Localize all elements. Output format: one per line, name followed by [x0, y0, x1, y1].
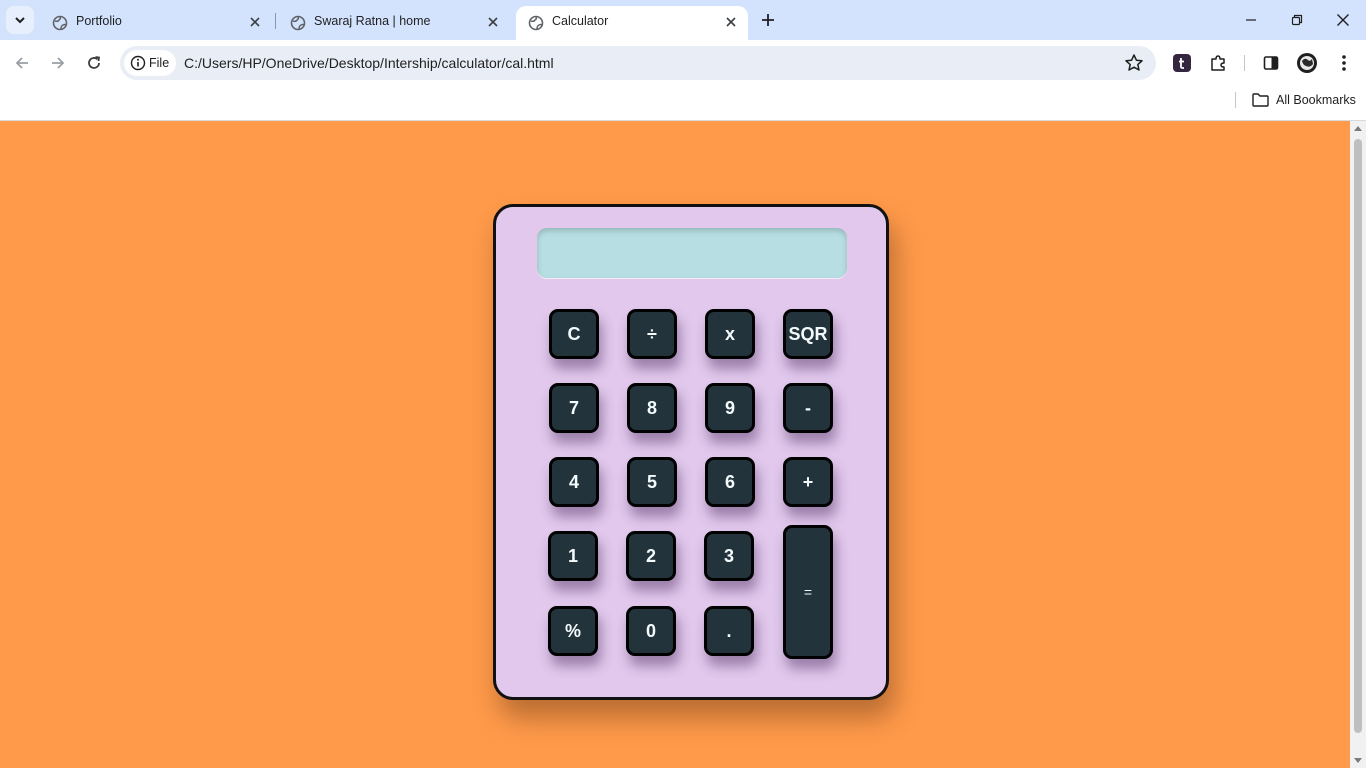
side-panel-icon — [1263, 56, 1279, 70]
arrow-left-icon — [15, 57, 28, 69]
percent-button[interactable]: % — [548, 606, 598, 656]
avatar-icon — [1297, 53, 1317, 73]
plus-icon — [762, 14, 774, 26]
minus-button[interactable]: - — [783, 383, 833, 433]
digit-3-button[interactable]: 3 — [704, 531, 754, 581]
extensions-button[interactable] — [1206, 51, 1230, 75]
site-info-chip[interactable]: File — [124, 50, 176, 76]
bookmarks-separator — [1235, 92, 1236, 108]
close-icon[interactable] — [724, 15, 738, 29]
digit-1-button[interactable]: 1 — [548, 531, 598, 581]
close-icon[interactable] — [248, 15, 262, 29]
tab-strip: Portfolio Swaraj Ratna | home Calculator — [0, 0, 1366, 40]
globe-icon — [290, 15, 306, 31]
digit-2-button[interactable]: 2 — [626, 531, 676, 581]
digit-5-button[interactable]: 5 — [627, 457, 677, 507]
globe-icon — [528, 15, 544, 31]
tab-title: Portfolio — [76, 14, 122, 28]
site-chip-label: File — [149, 56, 170, 70]
tab-search-button[interactable] — [6, 6, 34, 34]
restore-button[interactable] — [1285, 8, 1309, 32]
multiply-button[interactable]: x — [705, 309, 755, 359]
digit-8-button[interactable]: 8 — [627, 383, 677, 433]
clear-button[interactable]: C — [549, 309, 599, 359]
scroll-down-arrow-icon[interactable] — [1354, 758, 1362, 763]
digit-7-button[interactable]: 7 — [549, 383, 599, 433]
globe-icon — [52, 15, 68, 31]
minimize-icon — [1246, 19, 1256, 21]
digit-4-button[interactable]: 4 — [549, 457, 599, 507]
calculator: C ÷ x SQR 7 8 9 - 4 5 6 + 1 2 3 = % 0 . — [493, 204, 889, 700]
reload-button[interactable] — [82, 51, 106, 75]
scroll-thumb[interactable] — [1354, 139, 1362, 733]
tab-swaraj-home[interactable]: Swaraj Ratna | home — [278, 6, 510, 40]
calculator-display — [537, 228, 847, 278]
tumblr-icon — [1173, 54, 1191, 72]
more-vertical-icon — [1342, 55, 1346, 71]
digit-6-button[interactable]: 6 — [705, 457, 755, 507]
back-button[interactable] — [10, 51, 34, 75]
plus-button[interactable]: + — [783, 457, 833, 507]
close-icon[interactable] — [486, 15, 500, 29]
tab-title: Swaraj Ratna | home — [314, 14, 431, 28]
toolbar-separator — [1244, 55, 1245, 71]
minimize-button[interactable] — [1239, 8, 1263, 32]
tab-separator — [275, 13, 276, 29]
all-bookmarks-button[interactable]: All Bookmarks — [1252, 91, 1356, 109]
close-window-button[interactable] — [1331, 8, 1355, 32]
bookmarks-bar: All Bookmarks — [0, 86, 1366, 121]
divide-button[interactable]: ÷ — [627, 309, 677, 359]
star-icon[interactable] — [1124, 53, 1144, 73]
profile-button[interactable] — [1295, 51, 1319, 75]
info-icon — [130, 55, 146, 71]
url-text[interactable]: C:/Users/HP/OneDrive/Desktop/Intership/c… — [184, 55, 554, 71]
reload-icon — [88, 56, 101, 69]
arrow-right-icon — [52, 57, 65, 69]
address-bar[interactable]: File C:/Users/HP/OneDrive/Desktop/Inters… — [120, 46, 1156, 80]
digit-9-button[interactable]: 9 — [705, 383, 755, 433]
folder-icon — [1252, 93, 1269, 107]
decimal-button[interactable]: . — [704, 606, 754, 656]
tab-title: Calculator — [552, 14, 609, 28]
scroll-up-arrow-icon[interactable] — [1354, 126, 1362, 131]
side-panel-button[interactable] — [1259, 51, 1283, 75]
new-tab-button[interactable] — [756, 8, 780, 32]
square-button[interactable]: SQR — [783, 309, 833, 359]
close-icon — [1337, 14, 1349, 26]
chevron-down-icon — [15, 17, 25, 24]
menu-button[interactable] — [1332, 51, 1356, 75]
equals-button[interactable]: = — [783, 525, 833, 659]
tab-portfolio[interactable]: Portfolio — [40, 6, 272, 40]
digit-0-button[interactable]: 0 — [626, 606, 676, 656]
all-bookmarks-label: All Bookmarks — [1276, 93, 1356, 107]
extension-t-button[interactable] — [1170, 51, 1194, 75]
page-scrollbar[interactable] — [1350, 121, 1366, 768]
puzzle-icon — [1211, 55, 1225, 71]
tab-calculator[interactable]: Calculator — [516, 6, 748, 40]
browser-toolbar: File C:/Users/HP/OneDrive/Desktop/Inters… — [0, 40, 1366, 86]
restore-icon — [1291, 14, 1303, 26]
forward-button[interactable] — [46, 51, 70, 75]
